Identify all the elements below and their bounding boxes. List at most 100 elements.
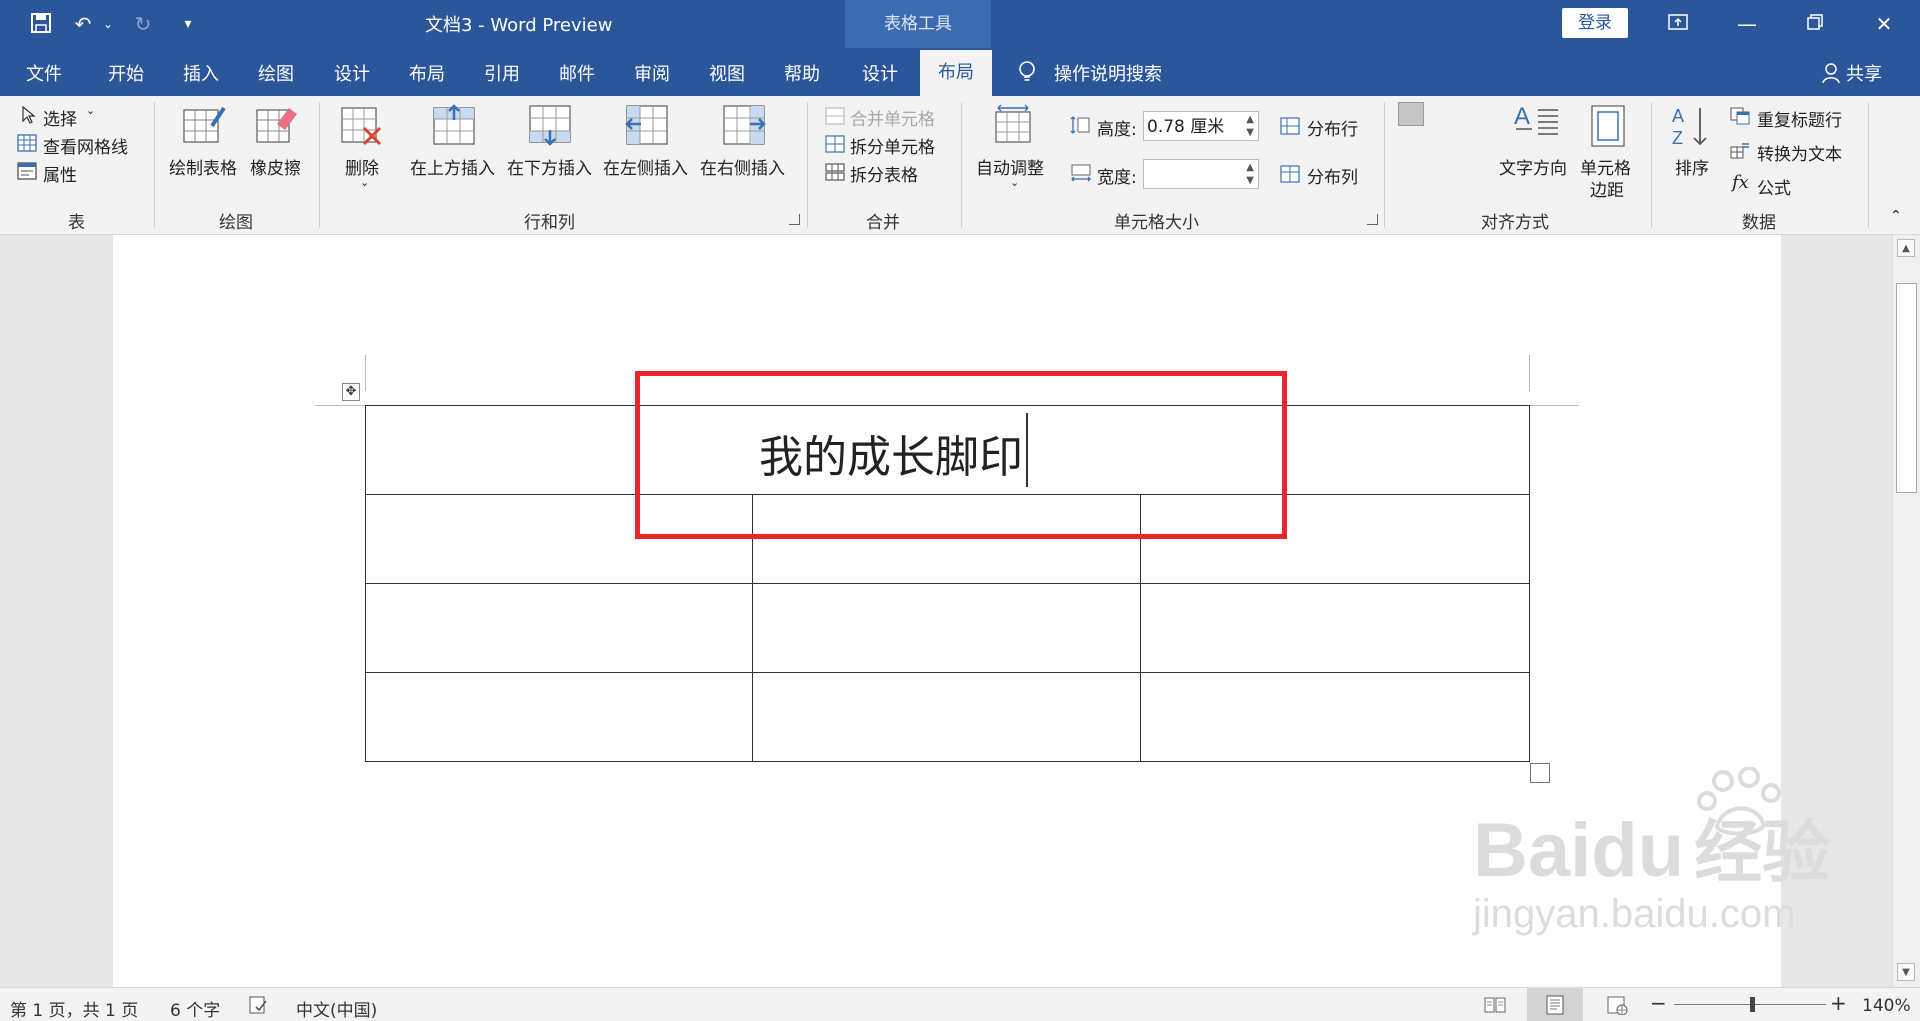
tab-review[interactable]: 审阅 <box>634 60 670 86</box>
delete-dropdown-icon[interactable]: ⌄ <box>360 176 369 189</box>
table-resize-handle[interactable] <box>1530 763 1550 783</box>
svg-text:A: A <box>1672 106 1684 126</box>
tab-file[interactable]: 文件 <box>26 60 62 86</box>
ribbon-display-options-icon[interactable] <box>1664 10 1692 38</box>
repeat-header-rows-button[interactable]: 重复标题行 <box>1757 106 1842 131</box>
sort-button[interactable]: 排序 <box>1675 154 1709 179</box>
align-bottom-center-button[interactable] <box>1433 174 1459 198</box>
read-mode-icon[interactable] <box>1484 995 1506 1015</box>
tab-layout[interactable]: 布局 <box>409 60 445 86</box>
text-direction-button[interactable]: 文字方向 <box>1499 154 1567 179</box>
scroll-up-icon[interactable]: ▲ <box>1897 239 1915 257</box>
draw-table-button[interactable]: 绘制表格 <box>169 154 237 179</box>
convert-to-text-button[interactable]: 转换为文本 <box>1757 140 1842 165</box>
table-cell[interactable] <box>752 672 1141 762</box>
lightbulb-icon <box>1016 60 1038 84</box>
close-icon[interactable]: ✕ <box>1870 10 1898 38</box>
align-middle-right-button[interactable] <box>1468 138 1494 162</box>
tab-draw[interactable]: 绘图 <box>258 60 294 86</box>
collapse-ribbon-icon[interactable]: ⌃ <box>1890 208 1902 224</box>
align-middle-left-button[interactable] <box>1398 138 1424 162</box>
vertical-scrollbar[interactable]: ▲ ▼ <box>1892 235 1920 987</box>
align-bottom-right-button[interactable] <box>1468 174 1494 198</box>
save-icon[interactable] <box>28 12 54 36</box>
tab-references[interactable]: 引用 <box>484 60 520 86</box>
insert-left-button[interactable]: 在左侧插入 <box>603 154 688 179</box>
language-indicator[interactable]: 中文(中国) <box>296 996 377 1021</box>
spin-down-icon[interactable]: ▼ <box>1246 176 1254 186</box>
view-gridlines-button[interactable]: 查看网格线 <box>43 133 128 158</box>
merge-cells-button[interactable]: 合并单元格 <box>850 105 935 130</box>
proofing-icon[interactable] <box>248 995 268 1015</box>
spin-up-icon[interactable]: ▲ <box>1246 163 1254 173</box>
word-count[interactable]: 6 个字 <box>170 996 220 1021</box>
table-cell[interactable] <box>752 583 1141 673</box>
share-button[interactable]: 共享 <box>1846 60 1882 86</box>
scroll-down-icon[interactable]: ▼ <box>1897 963 1915 981</box>
tab-table-layout[interactable]: 布局 <box>920 50 992 96</box>
tab-view[interactable]: 视图 <box>709 60 745 86</box>
undo-icon[interactable]: ↶ <box>70 12 96 36</box>
align-top-center-button[interactable] <box>1433 102 1459 126</box>
print-layout-button[interactable] <box>1527 988 1583 1021</box>
text-direction-icon: A <box>1512 102 1558 144</box>
undo-dropdown-icon[interactable]: ⌄ <box>95 12 121 36</box>
cell-size-dialog-launcher[interactable] <box>1367 214 1378 225</box>
align-top-right-button[interactable] <box>1468 102 1494 126</box>
customize-quick-access-icon[interactable]: ▾ <box>175 12 201 36</box>
spin-up-icon[interactable]: ▲ <box>1246 115 1254 125</box>
margin-mark <box>1529 405 1579 406</box>
zoom-out-icon[interactable]: − <box>1650 991 1667 1015</box>
tab-table-design[interactable]: 设计 <box>862 60 898 86</box>
select-dropdown-icon[interactable]: ⌄ <box>86 104 95 117</box>
split-cells-button[interactable]: 拆分单元格 <box>850 133 935 158</box>
distribute-rows-button[interactable]: 分布行 <box>1307 115 1358 140</box>
zoom-level[interactable]: 140% <box>1862 996 1911 1016</box>
select-button[interactable]: 选择 <box>43 105 77 130</box>
spin-down-icon[interactable]: ▼ <box>1246 128 1254 138</box>
align-top-left-button[interactable] <box>1398 102 1424 126</box>
table-cell[interactable] <box>1140 672 1530 762</box>
height-spinbox[interactable]: 0.78 厘米 ▲ ▼ <box>1143 111 1259 141</box>
tab-mailings[interactable]: 邮件 <box>559 60 595 86</box>
distribute-columns-button[interactable]: 分布列 <box>1307 163 1358 188</box>
page-count[interactable]: 第 1 页，共 1 页 <box>10 996 138 1021</box>
table-cell[interactable] <box>365 583 753 673</box>
tab-help[interactable]: 帮助 <box>784 60 820 86</box>
properties-button[interactable]: 属性 <box>43 161 77 186</box>
group-label-merge: 合并 <box>866 213 900 233</box>
insert-below-button[interactable]: 在下方插入 <box>507 154 592 179</box>
align-middle-center-button[interactable] <box>1433 138 1459 162</box>
tab-design[interactable]: 设计 <box>334 60 370 86</box>
status-bar: 第 1 页，共 1 页 6 个字 中文(中国) − + 140% <box>0 987 1920 1021</box>
eraser-button[interactable]: 橡皮擦 <box>250 154 301 179</box>
minimize-icon[interactable]: — <box>1733 10 1761 38</box>
scroll-thumb[interactable] <box>1896 283 1917 493</box>
insert-right-button[interactable]: 在右侧插入 <box>700 154 785 179</box>
zoom-slider-thumb[interactable] <box>1750 997 1755 1012</box>
web-layout-icon[interactable] <box>1606 995 1628 1016</box>
cell-margins-button-line2[interactable]: 边距 <box>1590 176 1624 201</box>
restore-icon[interactable] <box>1801 10 1829 38</box>
width-spinbox[interactable]: ▲ ▼ <box>1143 159 1259 189</box>
svg-text:Z: Z <box>1672 128 1683 148</box>
autofit-dropdown-icon[interactable]: ⌄ <box>1010 176 1019 189</box>
login-button[interactable]: 登录 <box>1562 8 1628 38</box>
zoom-in-icon[interactable]: + <box>1830 991 1847 1015</box>
formula-button[interactable]: 公式 <box>1757 174 1791 199</box>
redo-icon[interactable]: ↻ <box>130 12 156 36</box>
tab-home[interactable]: 开始 <box>108 60 144 86</box>
document-page[interactable]: ✥ 我的成长脚印 Baidu 经验 jingyan.baidu.com <box>113 235 1830 987</box>
split-table-button[interactable]: 拆分表格 <box>850 161 918 186</box>
svg-text:A: A <box>1514 103 1530 130</box>
table-move-handle-icon[interactable]: ✥ <box>342 383 360 401</box>
table-cell[interactable] <box>365 672 753 762</box>
table-cell[interactable] <box>1140 583 1530 673</box>
insert-right-icon <box>722 104 766 146</box>
table-tools-context-label: 表格工具 <box>845 0 991 48</box>
rows-columns-dialog-launcher[interactable] <box>789 214 800 225</box>
tell-me-search[interactable]: 操作说明搜索 <box>1054 60 1162 86</box>
tab-insert[interactable]: 插入 <box>183 60 219 86</box>
align-bottom-left-button[interactable] <box>1398 174 1424 198</box>
insert-above-button[interactable]: 在上方插入 <box>410 154 495 179</box>
